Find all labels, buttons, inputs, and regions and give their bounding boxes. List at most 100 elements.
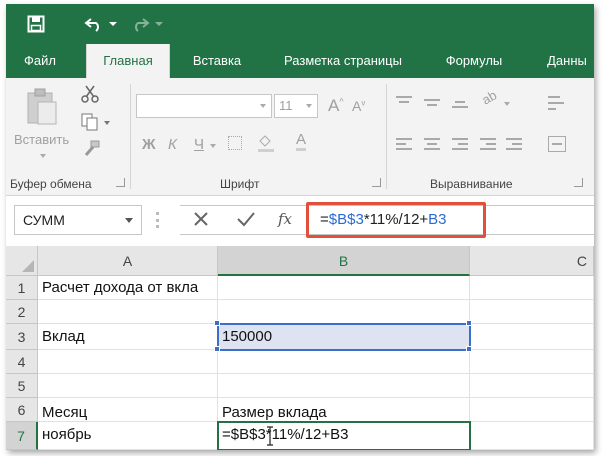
tab-file[interactable]: Файл (14, 44, 66, 78)
cell-c3[interactable] (470, 324, 594, 350)
align-bottom-icon[interactable] (452, 94, 468, 110)
insert-function-button[interactable]: fx (278, 210, 292, 228)
referenced-range-border (217, 323, 471, 351)
cell-a4[interactable] (38, 350, 218, 374)
font-color-icon[interactable]: A (296, 132, 307, 151)
alignment-group-label: Выравнивание (430, 177, 513, 191)
group-separator (130, 84, 131, 189)
align-top-icon[interactable] (396, 94, 412, 110)
tab-data[interactable]: Данны (540, 44, 594, 78)
chevron-down-icon (109, 22, 117, 26)
borders-icon[interactable] (228, 136, 242, 150)
cell-c4[interactable] (470, 350, 594, 374)
wrap-text-icon[interactable] (548, 94, 566, 112)
chevron-down-icon (40, 154, 46, 158)
column-header-a[interactable]: A (38, 246, 218, 276)
cell-b2[interactable] (218, 300, 470, 324)
cell-a5[interactable] (38, 374, 218, 398)
title-bar (6, 4, 594, 44)
clipboard-group-label: Буфер обмена (10, 177, 92, 191)
cell-c6[interactable] (470, 398, 594, 422)
range-handle[interactable] (466, 320, 472, 326)
chevron-down-icon (306, 104, 312, 108)
align-center-icon[interactable] (424, 138, 440, 152)
column-header-c[interactable]: C (470, 246, 594, 276)
scissors-icon (81, 85, 99, 103)
brush-icon (84, 140, 100, 156)
active-cell-border (217, 421, 471, 450)
increase-indent-icon[interactable] (506, 138, 522, 152)
row-header-4[interactable]: 4 (6, 350, 38, 374)
cell-b1[interactable] (218, 276, 470, 300)
tab-formulas[interactable]: Формулы (434, 44, 514, 78)
range-handle[interactable] (214, 346, 220, 352)
chevron-down-icon (504, 102, 510, 106)
column-header-b[interactable]: B (218, 246, 470, 276)
decrease-indent-icon[interactable] (480, 138, 496, 152)
align-right-icon[interactable] (452, 138, 468, 152)
cell-a6[interactable]: Месяц (38, 398, 218, 422)
format-painter-button[interactable] (82, 140, 102, 160)
undo-icon (84, 18, 99, 32)
cell-a7[interactable]: ноябрь (38, 422, 218, 450)
align-middle-icon[interactable] (424, 94, 440, 110)
cell-c7[interactable] (470, 422, 594, 450)
cell-a3[interactable]: Вклад (38, 324, 218, 350)
font-launcher-icon[interactable] (372, 178, 381, 187)
row-header-6[interactable]: 6 (6, 398, 38, 422)
cell-b4[interactable] (218, 350, 470, 374)
redo-button[interactable] (126, 10, 154, 38)
tab-page-layout[interactable]: Разметка страницы (268, 44, 418, 78)
font-name-input[interactable] (136, 94, 272, 118)
cell-a2[interactable] (38, 300, 218, 324)
underline-button[interactable]: Ч (194, 136, 204, 153)
redo-dropdown[interactable] (154, 10, 164, 38)
decrease-font-icon[interactable]: Av (352, 98, 365, 114)
clipboard-launcher-icon[interactable] (116, 178, 125, 187)
check-icon (237, 212, 255, 227)
save-button[interactable] (22, 10, 50, 38)
cell-b6[interactable]: Размер вклада (218, 398, 470, 422)
tab-insert[interactable]: Вставка (182, 44, 252, 78)
redo-icon (135, 18, 150, 32)
row-header-5[interactable]: 5 (6, 374, 38, 398)
enter-button[interactable] (236, 210, 258, 230)
alignment-launcher-icon[interactable] (574, 178, 583, 187)
copy-button[interactable] (80, 112, 112, 134)
range-handle[interactable] (214, 320, 220, 326)
cell-b5[interactable] (218, 374, 470, 398)
text-orientation-icon[interactable]: ab (479, 87, 499, 107)
cancel-button[interactable] (192, 210, 212, 230)
cell-c2[interactable] (470, 300, 594, 324)
align-left-icon[interactable] (396, 138, 412, 152)
cell-c1[interactable] (470, 276, 594, 300)
cut-button[interactable] (80, 84, 102, 106)
undo-dropdown[interactable] (108, 10, 118, 38)
formula-bar: СУММ fx =$B$3*11%/12+B3 (6, 196, 594, 246)
close-icon (194, 212, 208, 226)
worksheet-grid[interactable]: A B C 1 2 3 4 5 6 7 Расчет дохода от вкл… (6, 246, 594, 450)
fill-color-icon[interactable] (258, 134, 274, 152)
undo-button[interactable] (80, 10, 108, 38)
increase-font-icon[interactable]: A^ (328, 96, 344, 116)
row-header-2[interactable]: 2 (6, 300, 38, 324)
merge-center-icon[interactable] (548, 136, 566, 152)
cell-c5[interactable] (470, 374, 594, 398)
ribbon-tabs: Файл Главная Вставка Разметка страницы Ф… (6, 44, 594, 78)
range-handle[interactable] (466, 346, 472, 352)
select-all-button[interactable] (6, 246, 38, 276)
paste-button[interactable]: Вставить (10, 86, 76, 166)
cell-a1[interactable]: Расчет дохода от вкла (38, 276, 218, 300)
row-header-7[interactable]: 7 (6, 422, 38, 450)
italic-button[interactable]: К (168, 136, 177, 153)
name-box[interactable]: СУММ (14, 205, 142, 235)
save-icon (27, 15, 45, 33)
row-header-3[interactable]: 3 (6, 324, 38, 350)
bold-button[interactable]: Ж (142, 136, 156, 153)
quick-access-toolbar (22, 10, 164, 38)
row-header-1[interactable]: 1 (6, 276, 38, 300)
font-group-label: Шрифт (220, 177, 260, 191)
chevron-down-icon (155, 22, 163, 26)
formula-highlight-box (306, 202, 486, 238)
tab-home[interactable]: Главная (86, 44, 170, 78)
